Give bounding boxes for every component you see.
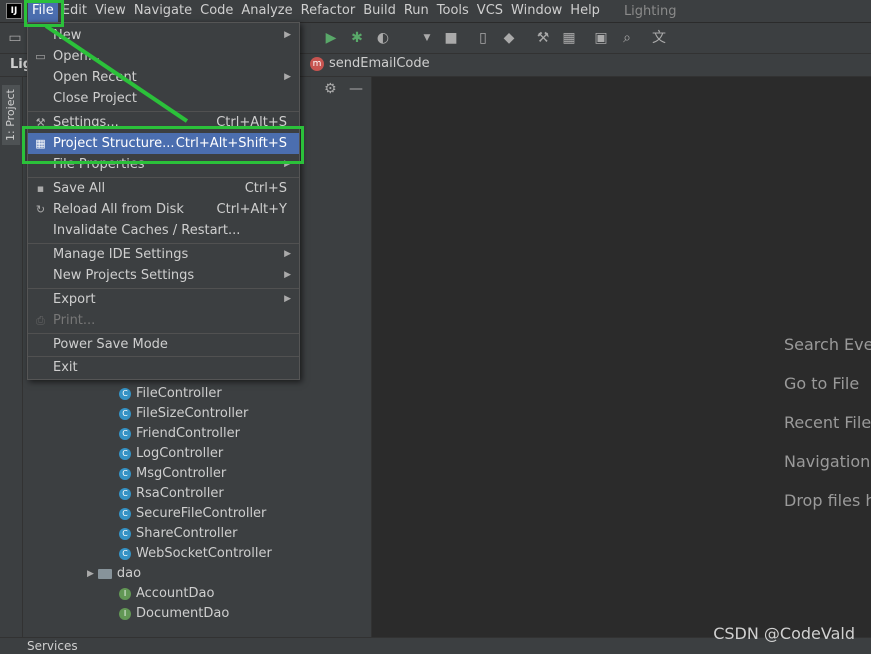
menu-item-save-all[interactable]: ▪ Save All Ctrl+S: [28, 178, 299, 199]
class-icon: C: [119, 428, 131, 440]
menu-analyze[interactable]: Analyze: [237, 0, 296, 22]
menu-item-invalidate-caches[interactable]: Invalidate Caches / Restart...: [28, 220, 299, 241]
tab-project[interactable]: 1: Project: [2, 85, 20, 145]
menu-item-export[interactable]: Export ▶: [28, 289, 299, 310]
open-folder-icon[interactable]: ▭: [6, 29, 24, 47]
menu-run[interactable]: Run: [400, 0, 433, 22]
gear-icon[interactable]: ⚙: [324, 81, 337, 97]
class-icon: C: [119, 448, 131, 460]
tree-item-dao[interactable]: I DocumentDao: [119, 604, 229, 624]
tree-item-controller[interactable]: C FileSizeController: [119, 404, 248, 424]
class-icon: C: [119, 468, 131, 480]
left-tool-stripe: 1: Project: [0, 77, 23, 637]
menu-code[interactable]: Code: [196, 0, 237, 22]
highlight-project-structure: [22, 126, 304, 164]
breadcrumb[interactable]: m sendEmailCode: [310, 56, 430, 71]
tree-item-dao[interactable]: I AccountDao: [119, 584, 214, 604]
minimize-icon[interactable]: —: [349, 81, 363, 97]
menu-vcs[interactable]: VCS: [473, 0, 507, 22]
chevron-right-icon[interactable]: ▶: [87, 564, 94, 584]
class-icon: C: [119, 388, 131, 400]
folder-icon: [97, 569, 112, 579]
folder-open-icon: ▭: [35, 50, 46, 63]
menu-item-power-save-mode[interactable]: Power Save Mode: [28, 334, 299, 355]
hint-go-to-file: Go to File: [784, 374, 860, 393]
editor-area[interactable]: Search Ever Go to File Recent Files Navi…: [372, 77, 871, 630]
dropdown-arrow-icon[interactable]: ▼: [418, 29, 436, 47]
window-project-title: Lighting: [623, 3, 677, 19]
menu-view[interactable]: View: [91, 0, 130, 22]
hint-recent-files: Recent Files: [784, 413, 871, 432]
highlight-file-menu: [24, 0, 64, 27]
menu-item-manage-ide-settings[interactable]: Manage IDE Settings ▶: [28, 244, 299, 265]
submenu-arrow-icon: ▶: [284, 249, 291, 259]
tree-item-controller[interactable]: C FileController: [119, 384, 222, 404]
menu-item-print: ⎙ Print...: [28, 310, 299, 331]
tree-item-controller[interactable]: C FriendController: [119, 424, 240, 444]
menu-help[interactable]: Help: [566, 0, 604, 22]
tree-item-controller[interactable]: C RsaController: [119, 484, 224, 504]
menu-item-open-recent[interactable]: Open Recent ▶: [28, 67, 299, 88]
tree-item-controller[interactable]: C WebSocketController: [119, 544, 272, 564]
method-icon: m: [310, 56, 324, 71]
menu-item-reload-all[interactable]: ↻ Reload All from Disk Ctrl+Alt+Y: [28, 199, 299, 220]
interface-icon: I: [119, 588, 131, 600]
hint-search-everywhere: Search Ever: [784, 335, 871, 354]
class-icon: C: [119, 528, 131, 540]
search-icon[interactable]: ⌕: [618, 29, 636, 47]
tree-item-controller[interactable]: C SecureFileController: [119, 504, 266, 524]
watermark: CSDN @CodeVald: [713, 624, 855, 643]
tree-folder-dao[interactable]: ▶ dao: [87, 564, 141, 584]
file-menu: New ▶ ▭ Open... Open Recent ▶ Close Proj…: [27, 22, 300, 380]
debug-icon[interactable]: ✱: [348, 29, 366, 47]
menu-navigate[interactable]: Navigate: [130, 0, 196, 22]
stop-icon[interactable]: ■: [442, 29, 460, 47]
menu-item-exit[interactable]: Exit: [28, 357, 299, 378]
menu-build[interactable]: Build: [359, 0, 400, 22]
menu-refactor[interactable]: Refactor: [297, 0, 360, 22]
reload-icon: ↻: [35, 203, 46, 216]
class-icon: C: [119, 488, 131, 500]
class-icon: C: [119, 548, 131, 560]
submenu-arrow-icon: ▶: [284, 30, 291, 40]
class-icon: C: [119, 408, 131, 420]
tree-item-controller[interactable]: C MsgController: [119, 464, 226, 484]
sdk-icon[interactable]: ◆: [500, 29, 518, 47]
coverage-icon[interactable]: ◐: [374, 29, 392, 47]
save-icon: ▪: [36, 182, 45, 195]
class-icon: C: [119, 508, 131, 520]
device-icon[interactable]: ▯: [474, 29, 492, 47]
panel-tools: ⚙ —: [324, 81, 363, 97]
submenu-arrow-icon: ▶: [284, 294, 291, 304]
submenu-arrow-icon: ▶: [284, 72, 291, 82]
tree-item-controller[interactable]: C ShareController: [119, 524, 237, 544]
wrench-icon[interactable]: ⚒: [534, 29, 552, 47]
menu-item-open[interactable]: ▭ Open...: [28, 46, 299, 67]
window-icon[interactable]: ▣: [592, 29, 610, 47]
menu-tools[interactable]: Tools: [433, 0, 473, 22]
tree-item-controller[interactable]: C LogController: [119, 444, 223, 464]
menu-bar: IJ File Edit View Navigate Code Analyze …: [0, 0, 871, 23]
intellij-logo-icon: IJ: [6, 3, 22, 19]
interface-icon: I: [119, 608, 131, 620]
project-structure-icon[interactable]: ▦: [560, 29, 578, 47]
print-icon: ⎙: [36, 314, 45, 327]
submenu-arrow-icon: ▶: [284, 270, 291, 280]
menu-item-new-projects-settings[interactable]: New Projects Settings ▶: [28, 265, 299, 286]
run-icon[interactable]: ▶: [322, 29, 340, 47]
menu-window[interactable]: Window: [507, 0, 566, 22]
breadcrumb-method[interactable]: sendEmailCode: [329, 56, 430, 71]
hint-navigation-bar: Navigation: [784, 452, 871, 471]
translate-icon[interactable]: 文: [650, 29, 668, 47]
hint-drop-files: Drop files h: [784, 491, 871, 510]
services-tab[interactable]: Services: [27, 638, 78, 654]
